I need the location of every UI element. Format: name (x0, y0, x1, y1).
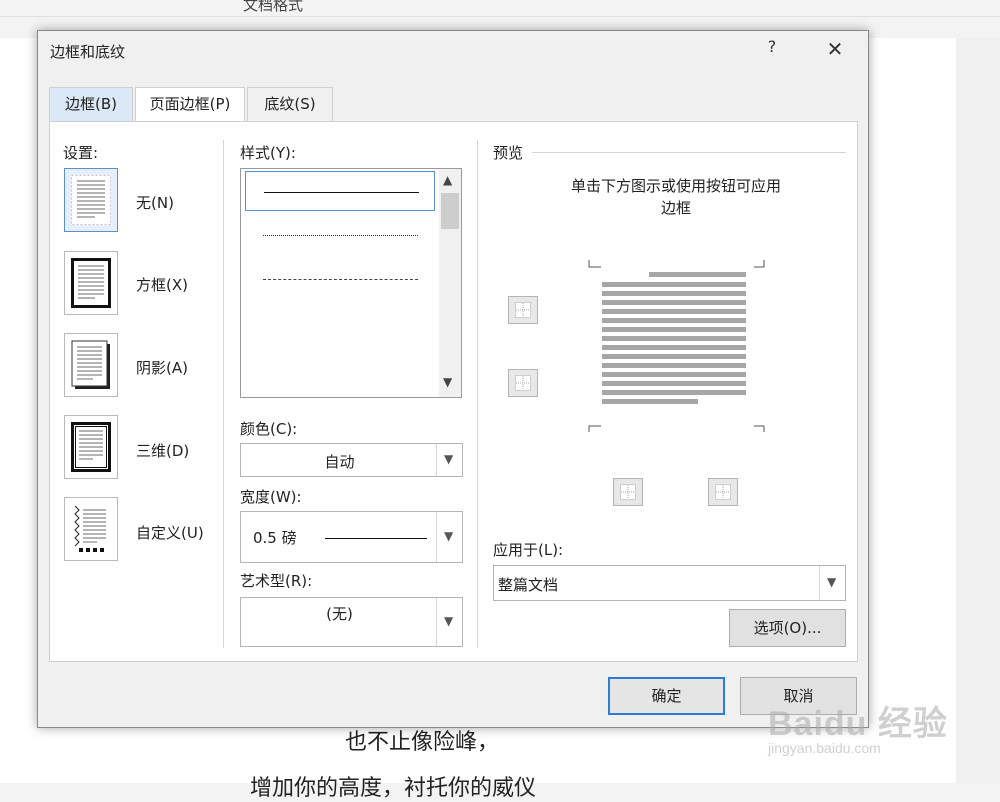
border-top-icon (515, 302, 531, 318)
solid-line-sample (264, 192, 419, 193)
watermark-logo-text: Baidu 经验 (768, 705, 948, 743)
scrollbar-thumb[interactable] (441, 193, 459, 229)
fine-dash-line-sample (263, 279, 418, 280)
setting-box-button[interactable] (64, 251, 118, 315)
setting-3d-button[interactable] (64, 415, 118, 479)
preview-label: 预览 (493, 144, 524, 162)
apply-to-select[interactable]: 整篇文档 ▼ (493, 565, 846, 601)
column-divider (477, 140, 478, 648)
color-label: 颜色(C): (240, 420, 298, 438)
document-text-line: 也不止像险峰， (345, 730, 500, 755)
help-button[interactable]: ? (762, 37, 782, 56)
settings-label: 设置: (63, 144, 99, 162)
dialog-title: 边框和底纹 (50, 43, 126, 61)
watermark: Baidu 经验 jingyan.baidu.com (758, 670, 958, 770)
chevron-down-icon: ▼ (827, 575, 837, 589)
style-dash-option[interactable] (245, 304, 435, 344)
width-label: 宽度(W): (240, 488, 302, 506)
style-dotted-option[interactable] (245, 215, 435, 255)
tab-panel: 设置: 无(N) 方框(X) 阴影(A) 三维(D) 自定义(U) 样式(Y):… (49, 121, 858, 662)
setting-none-label: 无(N) (136, 194, 174, 212)
column-divider (223, 140, 224, 648)
chevron-down-icon: ▼ (444, 529, 454, 543)
style-dash-dot-option[interactable] (245, 349, 435, 389)
setting-shadow-label: 阴影(A) (136, 359, 188, 377)
setting-box-label: 方框(X) (136, 276, 188, 294)
apply-to-label: 应用于(L): (493, 541, 564, 559)
preview-hint: 单击下方图示或使用按钮可应用 (570, 177, 781, 195)
tab-page-border[interactable]: 页面边框(P) (135, 87, 245, 122)
dotted-line-sample (263, 235, 418, 236)
chevron-up-icon[interactable]: ▲ (443, 173, 452, 187)
width-line-sample (325, 538, 427, 539)
page-shadow-icon (71, 340, 110, 389)
art-label: 艺术型(R): (240, 572, 313, 590)
document-text-line: 增加你的高度，衬托你的威仪 (250, 776, 537, 801)
document-scrollbar[interactable] (956, 38, 1000, 783)
borders-and-shading-dialog: 边框和底纹 ? ✕ 边框(B) 页面边框(P) 底纹(S) 设置: 无(N) 方… (37, 30, 869, 728)
color-value: 自动 (324, 453, 355, 471)
setting-shadow-button[interactable] (64, 333, 118, 397)
preview-page[interactable] (588, 256, 768, 436)
ok-button[interactable]: 确定 (608, 677, 725, 715)
width-value: 0.5 磅 (253, 529, 297, 547)
page-box-icon (71, 258, 111, 308)
width-select[interactable]: 0.5 磅 ▼ (240, 511, 463, 563)
preview-rule (532, 152, 846, 153)
color-select[interactable]: 自动 ▼ (240, 443, 463, 477)
art-select[interactable]: (无) ▼ (240, 597, 463, 647)
apply-to-value: 整篇文档 (498, 576, 559, 594)
setting-custom-button[interactable] (64, 497, 118, 561)
setting-none-button[interactable] (64, 168, 118, 232)
watermark-url: jingyan.baidu.com (768, 740, 881, 756)
border-bottom-icon (515, 375, 531, 391)
left-border-button[interactable] (613, 478, 643, 506)
border-right-icon (715, 484, 731, 500)
style-scrollbar[interactable]: ▲ ▼ (439, 169, 461, 397)
top-border-button[interactable] (508, 296, 538, 324)
style-listbox[interactable]: ▲ ▼ (240, 168, 462, 398)
close-button[interactable]: ✕ (822, 37, 848, 61)
chevron-down-icon[interactable]: ▼ (443, 375, 452, 389)
document-title: 文档格式 (243, 0, 304, 14)
page-3d-icon (71, 422, 111, 472)
title-bar: 文档格式 (0, 0, 1000, 17)
preview-hint-line2: 边框 (660, 199, 691, 217)
chevron-down-icon: ▼ (444, 452, 454, 466)
page-custom-icon (71, 504, 111, 554)
art-value: (无) (326, 605, 353, 623)
tab-shading[interactable]: 底纹(S) (247, 87, 333, 121)
border-left-icon (620, 484, 636, 500)
chevron-down-icon: ▼ (444, 614, 454, 628)
page-none-icon (71, 175, 111, 225)
setting-custom-label: 自定义(U) (136, 524, 204, 542)
tab-borders[interactable]: 边框(B) (49, 87, 133, 121)
right-border-button[interactable] (708, 478, 738, 506)
setting-3d-label: 三维(D) (136, 442, 190, 460)
style-solid-option[interactable] (245, 171, 435, 211)
options-button[interactable]: 选项(O)... (729, 609, 846, 647)
bottom-border-button[interactable] (508, 369, 538, 397)
style-label: 样式(Y): (240, 144, 296, 162)
style-fine-dash-option[interactable] (245, 259, 435, 299)
